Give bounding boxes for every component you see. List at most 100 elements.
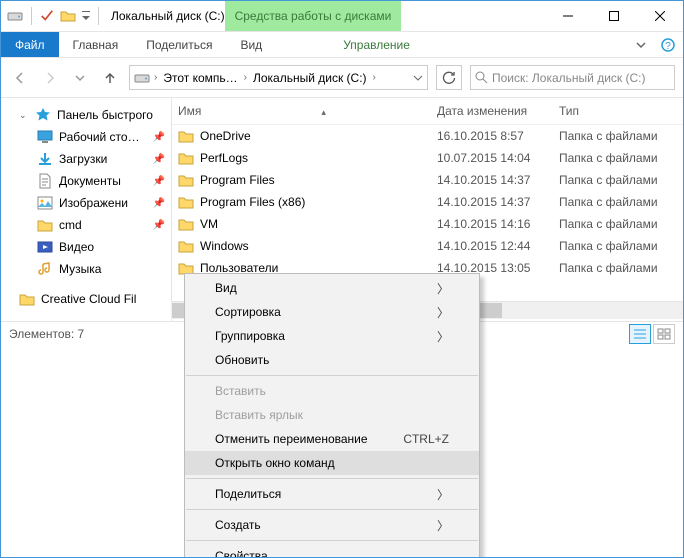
- close-button[interactable]: [637, 1, 683, 31]
- sidebar-pictures[interactable]: Изображени📌: [1, 192, 171, 214]
- menu-new[interactable]: Создать〉: [185, 513, 479, 537]
- file-type: Папка с файлами: [559, 173, 683, 187]
- file-type: Папка с файлами: [559, 239, 683, 253]
- file-date: 14.10.2015 12:44: [437, 239, 559, 253]
- downloads-icon: [37, 151, 53, 167]
- menu-view[interactable]: Вид 〉: [185, 276, 479, 300]
- menu-undo-rename[interactable]: Отменить переименованиеCTRL+Z: [185, 427, 479, 451]
- sidebar-documents[interactable]: Документы 📌: [1, 170, 171, 192]
- qat-overflow-icon[interactable]: [82, 9, 90, 23]
- navigation-pane: ⌄Панель быстрого Рабочий сто…📌 Загрузки📌…: [1, 98, 172, 330]
- tab-view[interactable]: Вид: [226, 32, 276, 57]
- column-name[interactable]: Имя▴: [178, 104, 437, 118]
- search-input[interactable]: Поиск: Локальный диск (C:): [470, 65, 675, 90]
- menu-label: Свойства: [215, 549, 268, 558]
- status-item-count: Элементов: 7: [9, 327, 84, 341]
- back-button[interactable]: [9, 67, 31, 89]
- sort-indicator-icon: ▴: [321, 107, 326, 117]
- folder-icon: [178, 239, 194, 253]
- submenu-arrow-icon: 〉: [437, 280, 449, 297]
- file-name: PerfLogs: [200, 151, 248, 165]
- sidebar-item-label: Музыка: [59, 262, 101, 276]
- menu-paste-shortcut: Вставить ярлык: [185, 403, 479, 427]
- tab-home[interactable]: Главная: [59, 32, 133, 57]
- menu-separator: [186, 478, 478, 479]
- submenu-arrow-icon: 〉: [437, 486, 449, 503]
- table-row[interactable]: Program Files (x86)14.10.2015 14:37Папка…: [172, 191, 683, 213]
- folder-icon: [60, 8, 76, 24]
- pin-icon: 📌: [153, 154, 165, 165]
- folder-icon: [178, 195, 194, 209]
- drive-icon: [7, 8, 23, 24]
- file-type: Папка с файлами: [559, 195, 683, 209]
- file-type: Папка с файлами: [559, 129, 683, 143]
- breadcrumb-drive[interactable]: Локальный диск (C:): [251, 71, 369, 85]
- maximize-button[interactable]: [591, 1, 637, 31]
- folder-icon: [19, 292, 35, 306]
- address-bar-row: › Этот компь… › Локальный диск (C:) › По…: [1, 58, 683, 98]
- menu-separator: [186, 509, 478, 510]
- address-dropdown-icon[interactable]: [413, 73, 423, 83]
- menu-open-command-window[interactable]: Открыть окно команд: [185, 451, 479, 475]
- file-type: Папка с файлами: [559, 217, 683, 231]
- sidebar-cmd[interactable]: cmd 📌: [1, 214, 171, 236]
- table-row[interactable]: PerfLogs10.07.2015 14:04Папка с файлами: [172, 147, 683, 169]
- tab-file[interactable]: Файл: [1, 32, 59, 57]
- up-button[interactable]: [99, 67, 121, 89]
- file-name: Windows: [200, 239, 249, 253]
- menu-label: Вид: [215, 281, 237, 295]
- chevron-right-icon[interactable]: ›: [242, 72, 249, 83]
- address-bar[interactable]: › Этот компь… › Локальный диск (C:) ›: [129, 65, 428, 90]
- context-menu: Вид〉 Сортировка〉 Группировка〉 Обновить В…: [184, 273, 480, 558]
- menu-properties[interactable]: Свойства: [185, 544, 479, 558]
- sidebar-item-label: Рабочий сто…: [59, 130, 140, 144]
- file-name: Program Files: [200, 173, 275, 187]
- menu-label: Вставить ярлык: [215, 408, 303, 422]
- search-placeholder: Поиск: Локальный диск (C:): [492, 71, 645, 85]
- folder-icon: [37, 218, 53, 232]
- pin-icon: 📌: [153, 176, 165, 187]
- table-row[interactable]: Program Files14.10.2015 14:37Папка с фай…: [172, 169, 683, 191]
- menu-share[interactable]: Поделиться 〉: [185, 482, 479, 506]
- chevron-right-icon[interactable]: ›: [152, 72, 159, 83]
- folder-icon: [178, 151, 194, 165]
- sidebar-item-label: Документы: [59, 174, 121, 188]
- view-large-icons-button[interactable]: [653, 324, 675, 344]
- menu-label: Поделиться: [215, 487, 281, 501]
- refresh-button[interactable]: [436, 65, 462, 90]
- search-icon: [475, 71, 488, 84]
- recent-locations-button[interactable]: [69, 67, 91, 89]
- sidebar-downloads[interactable]: Загрузки📌: [1, 148, 171, 170]
- menu-label: Группировка: [215, 329, 285, 343]
- help-icon[interactable]: ?: [661, 38, 675, 52]
- sidebar-quick-access[interactable]: ⌄Панель быстрого: [1, 104, 171, 126]
- breadcrumb-this-pc[interactable]: Этот компь…: [161, 71, 239, 85]
- file-type: Папка с файлами: [559, 151, 683, 165]
- chevron-right-icon[interactable]: ›: [371, 72, 378, 83]
- menu-refresh[interactable]: Обновить: [185, 348, 479, 372]
- minimize-button[interactable]: [545, 1, 591, 31]
- menu-group[interactable]: Группировка〉: [185, 324, 479, 348]
- view-details-button[interactable]: [629, 324, 651, 344]
- ribbon-expand-icon[interactable]: [635, 39, 647, 51]
- sidebar-item-label: cmd: [59, 218, 82, 232]
- table-row[interactable]: Windows 14.10.2015 12:44Папка с файлами: [172, 235, 683, 257]
- table-row[interactable]: VM14.10.2015 14:16Папка с файлами: [172, 213, 683, 235]
- sidebar-desktop[interactable]: Рабочий сто…📌: [1, 126, 171, 148]
- sidebar-item-label: Изображени: [59, 196, 128, 210]
- menu-sort[interactable]: Сортировка〉: [185, 300, 479, 324]
- menu-separator: [186, 540, 478, 541]
- pin-icon: 📌: [153, 220, 165, 231]
- table-row[interactable]: OneDrive16.10.2015 8:57Папка с файлами: [172, 125, 683, 147]
- file-name: Program Files (x86): [200, 195, 305, 209]
- menu-label: Открыть окно команд: [215, 456, 335, 470]
- column-date[interactable]: Дата изменения: [437, 104, 559, 118]
- menu-label: Обновить: [215, 353, 269, 367]
- sidebar-creative-cloud[interactable]: Creative Cloud Fil: [1, 288, 171, 310]
- tab-share[interactable]: Поделиться: [132, 32, 226, 57]
- column-type[interactable]: Тип: [559, 104, 683, 118]
- sidebar-video[interactable]: Видео: [1, 236, 171, 258]
- forward-button[interactable]: [39, 67, 61, 89]
- tab-manage[interactable]: Управление: [303, 32, 450, 57]
- sidebar-music[interactable]: Музыка: [1, 258, 171, 280]
